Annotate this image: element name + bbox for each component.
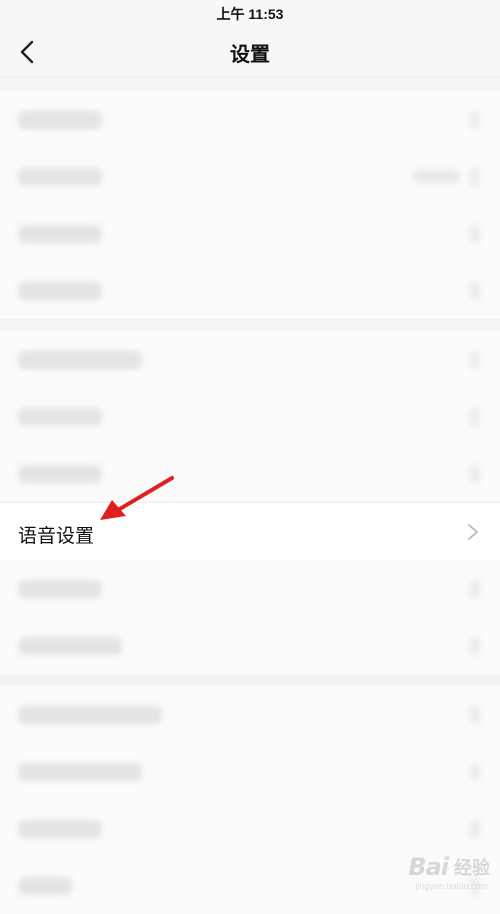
group-separator — [0, 674, 500, 686]
settings-row-redacted[interactable] — [0, 445, 500, 502]
settings-row-redacted[interactable] — [0, 388, 500, 445]
status-bar: 上午 11:53 — [0, 0, 500, 26]
settings-row-redacted[interactable] — [0, 331, 500, 388]
redacted-label — [18, 351, 142, 369]
chevron-right-icon — [470, 580, 480, 598]
settings-row-redacted[interactable] — [0, 800, 500, 857]
status-time: 上午 11:53 — [216, 6, 284, 22]
chevron-right-icon — [470, 763, 480, 781]
settings-row-redacted[interactable] — [0, 686, 500, 743]
chevron-right-icon — [470, 637, 480, 655]
settings-row-redacted[interactable] — [0, 617, 500, 674]
redacted-label — [18, 168, 102, 186]
redacted-label — [18, 111, 102, 129]
chevron-right-icon — [470, 111, 480, 129]
nav-bar: 设置 — [0, 26, 500, 77]
settings-row-redacted[interactable] — [0, 560, 500, 617]
watermark-text: 经验 — [454, 858, 490, 878]
redacted-label — [18, 282, 102, 300]
settings-row-redacted[interactable] — [0, 205, 500, 262]
redacted-value — [414, 170, 460, 183]
chevron-right-icon — [468, 524, 478, 540]
chevron-right-icon — [470, 282, 480, 300]
redacted-label — [18, 225, 102, 243]
settings-row-voice[interactable]: 语音设置 — [0, 502, 500, 560]
redacted-label — [18, 580, 102, 598]
settings-row-label: 语音设置 — [18, 526, 95, 547]
chevron-right-icon — [470, 225, 480, 243]
watermark-logo: Bai — [408, 853, 449, 881]
redacted-label — [18, 706, 162, 724]
redacted-label — [18, 763, 142, 781]
group-separator — [0, 319, 500, 331]
settings-row-redacted[interactable] — [0, 743, 500, 800]
redacted-label — [18, 637, 122, 655]
chevron-right-icon — [470, 408, 480, 426]
watermark-url: jingyan.baidu.com — [415, 881, 488, 891]
chevron-right-icon — [470, 351, 480, 369]
group-separator — [0, 77, 500, 91]
settings-row-redacted[interactable] — [0, 148, 500, 205]
chevron-right-icon — [470, 820, 480, 838]
redacted-label — [18, 877, 72, 895]
page-title: 设置 — [230, 44, 270, 66]
chevron-right-icon — [470, 465, 480, 483]
redacted-label — [18, 820, 102, 838]
settings-row-redacted[interactable] — [0, 262, 500, 319]
chevron-right-icon — [470, 706, 480, 724]
redacted-label — [18, 465, 102, 483]
settings-row-redacted[interactable] — [0, 91, 500, 148]
settings-list: 语音设置 — [0, 77, 500, 914]
watermark: Bai 经验 jingyan.baidu.com — [408, 853, 490, 891]
chevron-right-icon — [470, 168, 480, 186]
redacted-label — [18, 408, 102, 426]
